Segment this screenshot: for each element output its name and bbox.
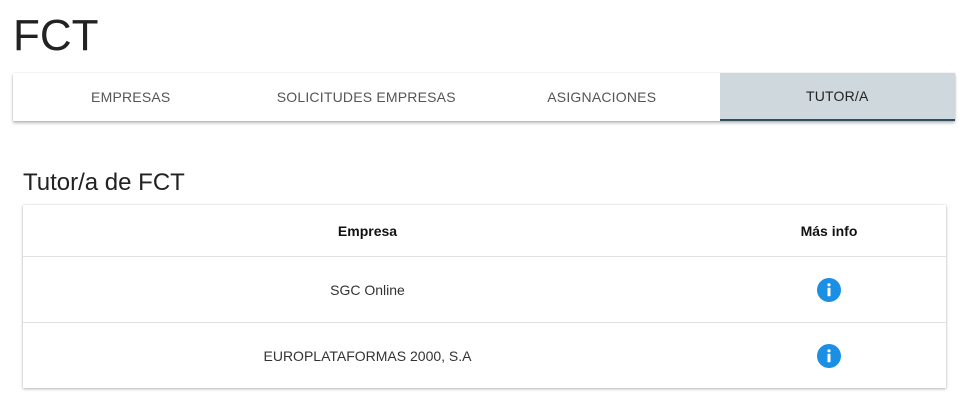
mas-info-cell bbox=[712, 322, 946, 388]
mas-info-cell bbox=[712, 256, 946, 323]
info-icon[interactable] bbox=[817, 343, 841, 368]
tutor-table-card: Empresa Más info SGC Online EUROPLATAFOR… bbox=[23, 205, 946, 388]
tutor-table: Empresa Más info SGC Online EUROPLATAFOR… bbox=[23, 205, 946, 388]
column-header-mas-info: Más info bbox=[800, 222, 858, 239]
empresa-cell: SGC Online bbox=[23, 256, 712, 323]
page-title: FCT bbox=[13, 11, 99, 60]
info-icon[interactable] bbox=[817, 277, 841, 302]
table-header-row: Empresa Más info bbox=[23, 205, 946, 257]
table-row: EUROPLATAFORMAS 2000, S.A bbox=[23, 322, 946, 388]
tab-bar: EMPRESAS SOLICITUDES EMPRESAS ASIGNACION… bbox=[13, 73, 955, 121]
tab-solicitudes-empresas[interactable]: SOLICITUDES EMPRESAS bbox=[249, 73, 485, 121]
column-header-empresa: Empresa bbox=[337, 222, 398, 239]
tab-tutor[interactable]: TUTOR/A bbox=[719, 73, 955, 121]
tab-asignaciones[interactable]: ASIGNACIONES bbox=[484, 73, 720, 121]
empresa-cell: EUROPLATAFORMAS 2000, S.A bbox=[23, 322, 712, 388]
tab-empresas[interactable]: EMPRESAS bbox=[13, 73, 249, 121]
section-title: Tutor/a de FCT bbox=[23, 169, 185, 196]
table-row: SGC Online bbox=[23, 256, 946, 323]
